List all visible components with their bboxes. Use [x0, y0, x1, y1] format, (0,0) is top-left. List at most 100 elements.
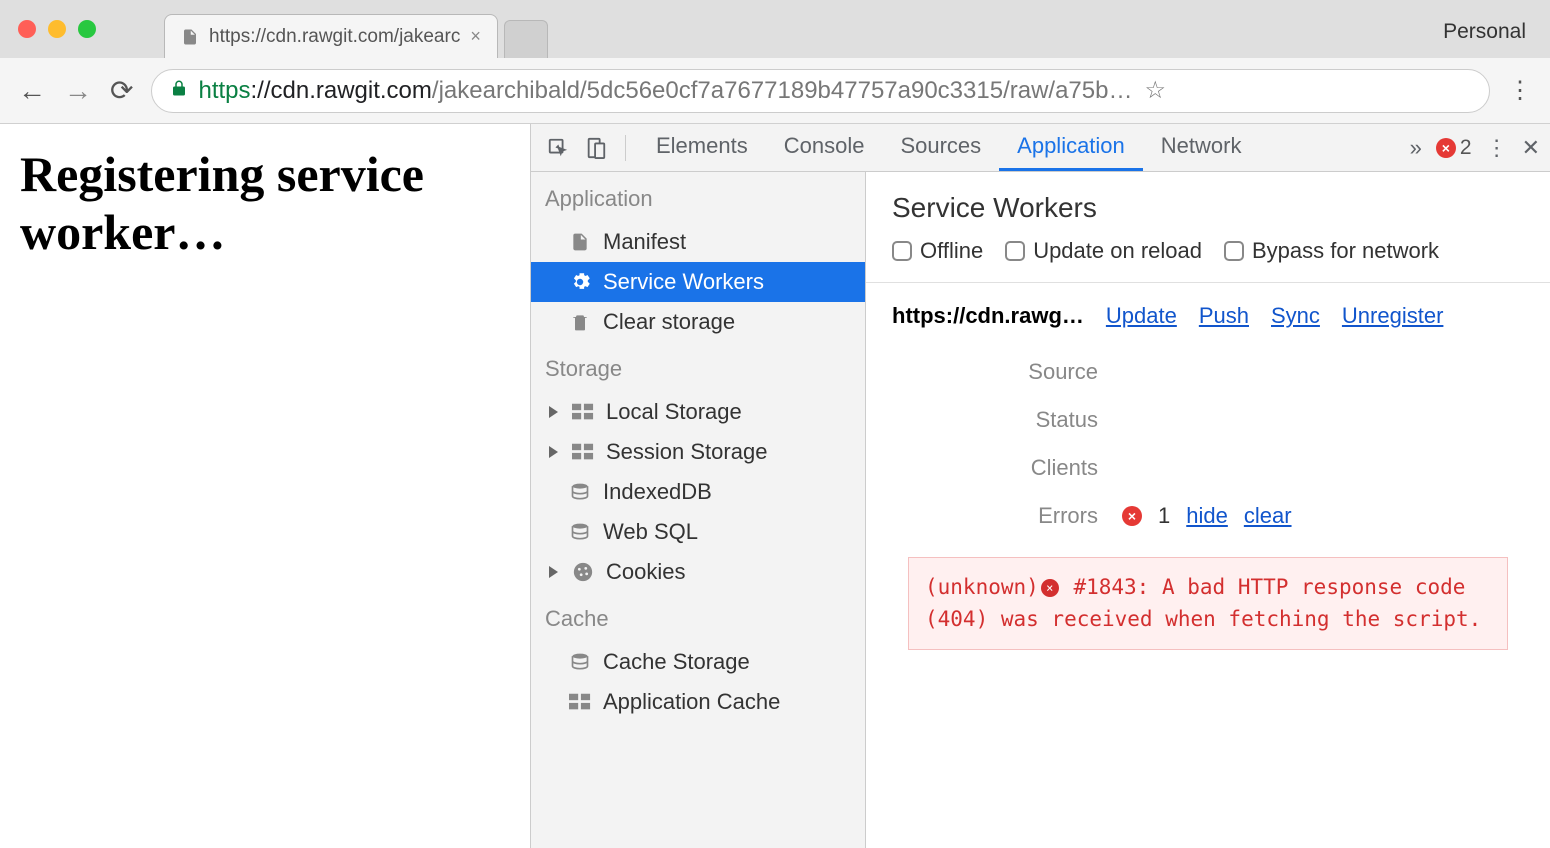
file-icon [567, 229, 593, 255]
gear-icon [567, 269, 593, 295]
trash-icon [567, 309, 593, 335]
back-button[interactable]: ← [18, 75, 46, 107]
sidebar-group-application: Application [531, 172, 865, 222]
sw-row-label: Clients [892, 455, 1122, 481]
sidebar-item-label: Cache Storage [603, 649, 750, 675]
separator [625, 135, 626, 161]
sw-scope: https://cdn.rawg… [892, 303, 1084, 329]
sidebar-item-indexeddb[interactable]: IndexedDB [531, 472, 865, 512]
lock-icon [170, 78, 188, 104]
page-heading: Registering service worker… [20, 146, 510, 261]
checkbox-label: Update on reload [1033, 238, 1202, 264]
devtools-toolbar-right: » × 2 ⋮ ✕ [1410, 135, 1540, 161]
browser-tab-bar: https://cdn.rawgit.com/jakearc × Persona… [0, 0, 1550, 58]
sidebar-item-cookies[interactable]: Cookies [531, 552, 865, 592]
error-count: 2 [1460, 136, 1472, 160]
minimize-window-button[interactable] [48, 20, 66, 38]
checkbox-icon [1224, 241, 1244, 261]
sidebar-item-label: Session Storage [606, 439, 767, 465]
sw-push-link[interactable]: Push [1199, 303, 1249, 329]
checkbox-icon [892, 241, 912, 261]
sw-errors-clear-link[interactable]: clear [1244, 503, 1292, 529]
sidebar-item-websql[interactable]: Web SQL [531, 512, 865, 552]
cookie-icon [570, 559, 596, 585]
close-devtools-icon[interactable]: ✕ [1522, 135, 1540, 161]
sw-rows: Source Status Clients Errors × 1 hide cl… [892, 359, 1524, 529]
sw-row-label: Errors [892, 503, 1122, 529]
maximize-window-button[interactable] [78, 20, 96, 38]
sidebar-item-clear-storage[interactable]: Clear storage [531, 302, 865, 342]
sw-options: Offline Update on reload Bypass for netw… [866, 238, 1550, 283]
more-tabs-icon[interactable]: » [1410, 135, 1422, 161]
inspect-icon[interactable] [541, 131, 575, 165]
sidebar-item-label: Service Workers [603, 269, 764, 295]
sidebar-item-label: Web SQL [603, 519, 698, 545]
sidebar-item-label: Application Cache [603, 689, 780, 715]
table-icon [567, 689, 593, 715]
sw-update-on-reload-checkbox[interactable]: Update on reload [1005, 238, 1202, 264]
devtools-menu-icon[interactable]: ⋮ [1486, 135, 1508, 161]
address-field[interactable]: https ://cdn.rawgit.com /jakearchibald/5… [151, 69, 1490, 113]
sw-update-link[interactable]: Update [1106, 303, 1177, 329]
new-tab-button[interactable] [504, 20, 548, 58]
window-controls [18, 20, 96, 38]
checkbox-label: Bypass for network [1252, 238, 1439, 264]
close-window-button[interactable] [18, 20, 36, 38]
application-main: Service Workers Offline Update on reload… [866, 172, 1550, 848]
sidebar-item-service-workers[interactable]: Service Workers [531, 262, 865, 302]
chevron-right-icon [549, 406, 558, 418]
sidebar-item-cache-storage[interactable]: Cache Storage [531, 642, 865, 682]
devtools-body: Application Manifest Service Workers Cle… [531, 172, 1550, 848]
db-icon [567, 479, 593, 505]
content-area: Registering service worker… Elements Con… [0, 124, 1550, 848]
page-content: Registering service worker… [0, 124, 530, 848]
sw-actions-row: https://cdn.rawg… Update Push Sync Unreg… [892, 303, 1524, 329]
browser-tab[interactable]: https://cdn.rawgit.com/jakearc × [164, 14, 498, 58]
sw-row-label: Status [892, 407, 1122, 433]
sidebar-item-label: Manifest [603, 229, 686, 255]
sidebar-item-label: Clear storage [603, 309, 735, 335]
file-icon [181, 26, 199, 48]
close-tab-icon[interactable]: × [470, 26, 481, 47]
sw-error-count: 1 [1158, 503, 1170, 529]
checkbox-label: Offline [920, 238, 983, 264]
sidebar-item-local-storage[interactable]: Local Storage [531, 392, 865, 432]
sw-errors-value: × 1 hide clear [1122, 503, 1292, 529]
devtools-panel: Elements Console Sources Application Net… [530, 124, 1550, 848]
tab-sources[interactable]: Sources [882, 124, 999, 171]
profile-label[interactable]: Personal [1443, 20, 1526, 44]
tab-console[interactable]: Console [766, 124, 883, 171]
tab-network[interactable]: Network [1143, 124, 1260, 171]
sw-errors-hide-link[interactable]: hide [1186, 503, 1228, 529]
device-toggle-icon[interactable] [579, 131, 613, 165]
reload-button[interactable]: ⟳ [110, 74, 133, 107]
url-path: /jakearchibald/5dc56e0cf7a7677189b47757a… [432, 77, 1133, 105]
browser-menu-icon[interactable]: ⋮ [1508, 76, 1532, 105]
sidebar-item-label: Local Storage [606, 399, 742, 425]
sw-bypass-network-checkbox[interactable]: Bypass for network [1224, 238, 1439, 264]
devtools-toolbar: Elements Console Sources Application Net… [531, 124, 1550, 172]
forward-button[interactable]: → [64, 75, 92, 107]
db-icon [567, 519, 593, 545]
bookmark-icon[interactable]: ☆ [1144, 76, 1166, 105]
sw-sync-link[interactable]: Sync [1271, 303, 1320, 329]
tab-application[interactable]: Application [999, 124, 1143, 171]
sw-offline-checkbox[interactable]: Offline [892, 238, 983, 264]
chevron-right-icon [549, 566, 558, 578]
error-badge[interactable]: × 2 [1436, 136, 1472, 160]
devtools-tabs: Elements Console Sources Application Net… [638, 124, 1259, 171]
error-circle-icon: × [1041, 579, 1059, 597]
sw-row-label: Source [892, 359, 1122, 385]
sidebar-item-label: Cookies [606, 559, 685, 585]
sw-row-errors: Errors × 1 hide clear [892, 503, 1524, 529]
sw-heading: Service Workers [866, 172, 1550, 238]
application-sidebar: Application Manifest Service Workers Cle… [531, 172, 866, 848]
sidebar-group-cache: Cache [531, 592, 865, 642]
sidebar-item-manifest[interactable]: Manifest [531, 222, 865, 262]
sidebar-item-application-cache[interactable]: Application Cache [531, 682, 865, 722]
table-icon [570, 399, 596, 425]
tab-elements[interactable]: Elements [638, 124, 766, 171]
sw-unregister-link[interactable]: Unregister [1342, 303, 1443, 329]
sidebar-item-session-storage[interactable]: Session Storage [531, 432, 865, 472]
tab-title: https://cdn.rawgit.com/jakearc [209, 26, 460, 48]
